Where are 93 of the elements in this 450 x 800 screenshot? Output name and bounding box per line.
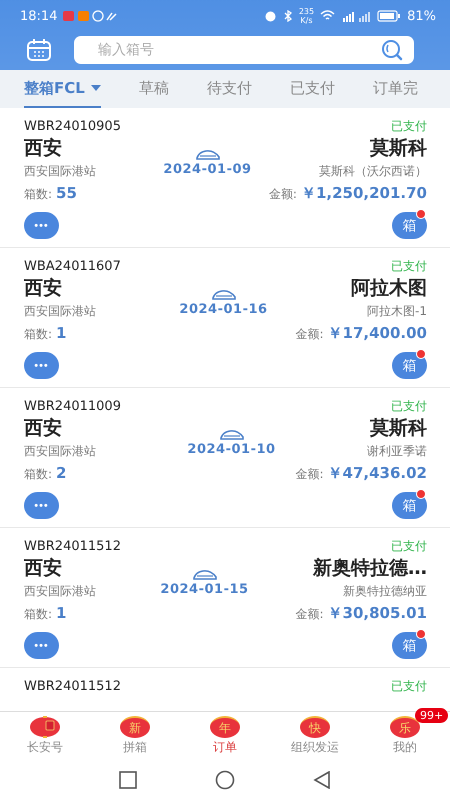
search-icon[interactable] xyxy=(380,39,404,61)
box-count: 1 xyxy=(56,604,66,622)
amount-label: 金额: xyxy=(295,466,324,483)
order-number: WBR24011512 xyxy=(24,539,121,554)
box-count-label: 箱数: xyxy=(24,186,52,203)
train-icon xyxy=(212,289,236,300)
destination-city: 阿拉木图 xyxy=(351,276,427,301)
nav-label: 拼箱 xyxy=(123,739,147,756)
destination-city: 新奥特拉德… xyxy=(313,556,427,581)
home-icon[interactable] xyxy=(215,770,235,790)
nav-tab[interactable]: 年 订单 xyxy=(180,712,270,760)
calendar-icon[interactable] xyxy=(26,38,52,62)
order-status: 已支付 xyxy=(391,678,427,695)
speed-unit: K/s xyxy=(300,16,312,25)
destination-city: 莫斯科 xyxy=(370,416,427,441)
battery-icon xyxy=(377,10,402,22)
amount-value: ￥47,436.02 xyxy=(328,464,427,483)
departure-date: 2024-01-16 xyxy=(179,302,268,317)
order-status: 已支付 xyxy=(391,258,427,275)
back-icon[interactable] xyxy=(313,771,331,789)
nav-tab[interactable]: 长安号 xyxy=(0,712,90,760)
lantern-icon: 年 xyxy=(210,716,240,738)
more-button[interactable]: ••• xyxy=(24,212,59,239)
signal-icon xyxy=(341,10,372,22)
wifi-icon xyxy=(320,10,336,22)
tab[interactable]: 订单完 xyxy=(372,70,418,108)
origin-station: 西安国际港站 xyxy=(24,303,96,320)
app-notification-icons xyxy=(63,10,118,22)
order-status: 已支付 xyxy=(391,398,427,415)
nav-label: 我的 xyxy=(393,739,417,756)
container-button[interactable]: 箱 xyxy=(392,352,427,379)
recent-apps-icon[interactable] xyxy=(119,771,137,789)
nav-label: 订单 xyxy=(213,739,237,756)
box-count: 1 xyxy=(56,324,66,342)
origin-city: 西安 xyxy=(24,556,63,581)
more-button[interactable]: ••• xyxy=(24,492,59,519)
amount-label: 金额: xyxy=(268,186,297,203)
battery-level: 81% xyxy=(407,8,436,24)
container-button[interactable]: 箱 xyxy=(392,492,427,519)
box-count-label: 箱数: xyxy=(24,326,52,343)
tab[interactable]: 草稿 xyxy=(138,70,169,108)
train-icon xyxy=(220,429,244,440)
order-status: 已支付 xyxy=(391,538,427,555)
origin-station: 西安国际港站 xyxy=(24,583,96,600)
order-status: 已支付 xyxy=(391,118,427,135)
order-number: WBA24011607 xyxy=(24,259,121,274)
container-button[interactable]: 箱 xyxy=(392,212,427,239)
tab[interactable]: 已支付 xyxy=(290,70,335,108)
amount-label: 金额: xyxy=(295,326,324,343)
order-number: WBR24011512 xyxy=(24,679,121,694)
box-count-label: 箱数: xyxy=(24,606,52,623)
origin-city: 西安 xyxy=(24,276,63,301)
destination-station: 莫斯科（沃尔西诺） xyxy=(319,163,427,180)
container-button[interactable]: 箱 xyxy=(392,632,427,659)
nav-label: 组织发运 xyxy=(291,739,339,756)
amount-value: ￥30,805.01 xyxy=(328,604,427,623)
nav-label: 长安号 xyxy=(27,739,63,756)
order-number: WBR24011009 xyxy=(24,399,121,414)
train-icon xyxy=(196,149,220,160)
bluetooth-icon xyxy=(282,10,293,22)
lantern-icon: 乐 xyxy=(390,716,420,738)
departure-date: 2024-01-10 xyxy=(187,442,276,457)
origin-station: 西安国际港站 xyxy=(24,163,96,180)
lantern-icon xyxy=(30,716,60,738)
amount-value: ￥1,250,201.70 xyxy=(300,184,427,203)
network-speed: 235 xyxy=(298,7,314,16)
amount-label: 金额: xyxy=(295,606,324,623)
destination-city: 莫斯科 xyxy=(370,136,427,161)
nav-tab[interactable]: 新 拼箱 xyxy=(90,712,180,760)
order-number: WBR24010905 xyxy=(24,119,121,134)
tab[interactable]: 待支付 xyxy=(206,70,252,108)
clock-time: 18:14 xyxy=(20,8,58,24)
lantern-icon: 快 xyxy=(300,716,330,738)
origin-city: 西安 xyxy=(24,416,63,441)
nav-tab[interactable]: 快 组织发运 xyxy=(270,712,360,760)
lantern-icon: 新 xyxy=(120,716,150,738)
box-count: 2 xyxy=(56,464,66,482)
box-count: 55 xyxy=(56,184,77,202)
more-button[interactable]: ••• xyxy=(24,352,59,379)
train-icon xyxy=(192,569,216,580)
notification-badge: 99+ xyxy=(415,708,448,723)
more-button[interactable]: ••• xyxy=(24,632,59,659)
destination-station: 谢利亚季诺 xyxy=(367,443,427,460)
caret-icon[interactable] xyxy=(90,85,101,91)
origin-city: 西安 xyxy=(24,136,63,161)
search-field[interactable]: 输入箱号 xyxy=(74,36,414,64)
destination-station: 阿拉木图-1 xyxy=(367,303,427,320)
amount-value: ￥17,400.00 xyxy=(328,324,427,343)
departure-date: 2024-01-09 xyxy=(163,162,252,177)
destination-station: 新奥特拉德纳亚 xyxy=(343,583,427,600)
origin-station: 西安国际港站 xyxy=(24,443,96,460)
box-count-label: 箱数: xyxy=(24,466,52,483)
departure-date: 2024-01-15 xyxy=(160,582,249,597)
